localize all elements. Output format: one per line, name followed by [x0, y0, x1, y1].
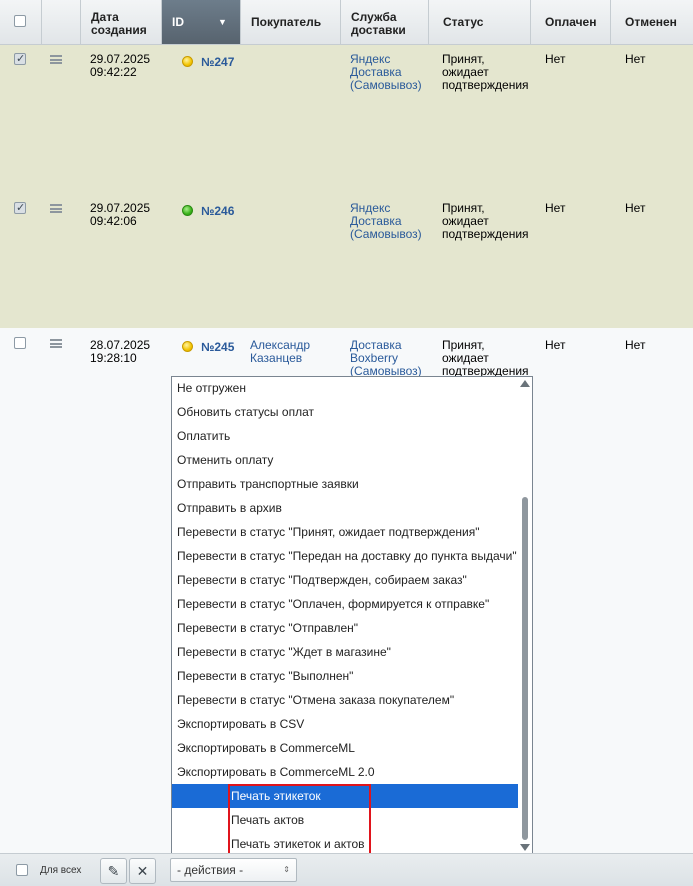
dropdown-option[interactable]: Отправить транспортные заявки: [172, 472, 519, 496]
status-dot-icon: [182, 56, 193, 67]
header-paid[interactable]: Оплачен: [531, 0, 611, 44]
dropdown-option[interactable]: Экспортировать в CommerceML 2.0: [172, 760, 519, 784]
row-menu-icon[interactable]: [50, 204, 62, 213]
order-id-link[interactable]: №245: [201, 341, 234, 354]
dropdown-option[interactable]: Перевести в статус "Принят, ожидает подт…: [172, 520, 519, 544]
dropdown-option[interactable]: Перевести в статус "Выполнен": [172, 664, 519, 688]
header-buyer[interactable]: Покупатель: [241, 0, 341, 44]
header-buyer-label: Покупатель: [251, 15, 322, 29]
actions-dropdown-list[interactable]: Не отгружен Обновить статусы оплат Оплат…: [171, 376, 533, 856]
table-row[interactable]: 29.07.202509:42:06 №246 ЯндексДоставка(С…: [0, 194, 693, 328]
header-paid-label: Оплачен: [545, 15, 597, 29]
header-status[interactable]: Статус: [429, 0, 531, 44]
actions-select[interactable]: - действия - ⇕: [170, 858, 297, 882]
scroll-down-arrow-icon[interactable]: [520, 844, 530, 851]
for-all-checkbox[interactable]: [16, 864, 28, 876]
paid-value: Нет: [545, 52, 566, 66]
scrollbar-thumb[interactable]: [522, 497, 528, 840]
grid-footer: Для всех ✎ ✕: [0, 853, 693, 886]
order-status: Принят, ожидает подтверждения: [442, 201, 529, 241]
cancelled-value: Нет: [625, 338, 646, 352]
dropdown-option[interactable]: Отправить в архив: [172, 496, 519, 520]
delete-button[interactable]: ✕: [129, 858, 156, 884]
delivery-link[interactable]: Яндекс Доставка (Самовывоз): [350, 202, 422, 241]
dropdown-option[interactable]: Перевести в статус "Передан на доставку …: [172, 544, 519, 568]
dropdown-option[interactable]: Перевести в статус "Оплачен, формируется…: [172, 592, 519, 616]
header-delivery-line2: доставки: [351, 23, 406, 37]
row-menu-icon[interactable]: [50, 339, 62, 348]
header-delivery[interactable]: Служба доставки: [341, 0, 429, 44]
order-status: Принят, ожидает подтверждения: [442, 338, 529, 378]
dropdown-option[interactable]: Не отгружен: [172, 377, 519, 400]
paid-value: Нет: [545, 338, 566, 352]
status-dot-icon: [182, 205, 193, 216]
header-cancelled-label: Отменен: [625, 15, 677, 29]
header-delivery-line1: Служба: [351, 10, 397, 24]
row-menu-icon[interactable]: [50, 55, 62, 64]
row-checkbox[interactable]: [14, 201, 26, 214]
select-arrows-icon: ⇕: [283, 865, 290, 874]
header-cancelled[interactable]: Отменен: [611, 0, 693, 44]
cancelled-value: Нет: [625, 201, 646, 215]
order-date: 29.07.2025 09:42:06: [90, 201, 151, 228]
grid-header: Дата создания ID ▼ Покупатель Служба доста…: [0, 0, 693, 45]
status-dot-icon: [182, 341, 193, 352]
order-id-link[interactable]: №247: [201, 56, 234, 69]
dropdown-option[interactable]: Экспортировать в CSV: [172, 712, 519, 736]
dropdown-option-print-acts[interactable]: Печать актов: [172, 808, 519, 832]
dropdown-option[interactable]: Перевести в статус "Отправлен": [172, 616, 519, 640]
order-status: Принят, ожидает подтверждения: [442, 52, 529, 92]
paid-value: Нет: [545, 201, 566, 215]
order-date: 28.07.2025 19:28:10: [90, 338, 151, 365]
header-id-label: ID: [172, 15, 184, 29]
delivery-link[interactable]: Яндекс Доставка (Самовывоз): [350, 53, 422, 92]
buyer-link[interactable]: Александр Казанцев: [250, 339, 310, 365]
sort-desc-icon: ▼: [218, 17, 227, 27]
table-row[interactable]: 29.07.202509:42:22 №247 ЯндексДоставка(С…: [0, 45, 693, 194]
dropdown-option[interactable]: Обновить статусы оплат: [172, 400, 519, 424]
row-checkbox[interactable]: [14, 337, 26, 349]
header-date-line2: создания: [91, 23, 147, 37]
actions-select-value: - действия -: [177, 863, 244, 877]
for-all-label: Для всех: [40, 865, 82, 876]
delivery-link[interactable]: Доставка Boxberry (Самовывоз): [350, 339, 422, 378]
dropdown-option[interactable]: Экспортировать в CommerceML: [172, 736, 519, 760]
close-icon: ✕: [136, 863, 149, 879]
order-id-link[interactable]: №246: [201, 205, 234, 218]
header-id[interactable]: ID ▼: [162, 0, 241, 44]
pencil-icon: ✎: [107, 863, 120, 879]
header-actions-cell: [42, 0, 81, 44]
select-all-checkbox[interactable]: [14, 15, 26, 27]
dropdown-scrollbar[interactable]: [518, 377, 532, 855]
header-checkbox-cell: [0, 0, 42, 44]
dropdown-option[interactable]: Перевести в статус "Подтвержден, собирае…: [172, 568, 519, 592]
header-date[interactable]: Дата создания: [81, 0, 162, 44]
dropdown-option[interactable]: Перевести в статус "Отмена заказа покупа…: [172, 688, 519, 712]
header-date-line1: Дата: [91, 10, 119, 24]
order-date: 29.07.2025 09:42:22: [90, 52, 151, 79]
cancelled-value: Нет: [625, 52, 646, 66]
scroll-up-arrow-icon[interactable]: [520, 380, 530, 387]
edit-button[interactable]: ✎: [100, 858, 127, 884]
dropdown-option[interactable]: Перевести в статус "Ждет в магазине": [172, 640, 519, 664]
dropdown-option[interactable]: Отменить оплату: [172, 448, 519, 472]
row-checkbox[interactable]: [14, 52, 26, 65]
dropdown-option[interactable]: Оплатить: [172, 424, 519, 448]
dropdown-option-print-labels[interactable]: Печать этикеток: [172, 784, 519, 808]
header-status-label: Статус: [443, 15, 484, 29]
